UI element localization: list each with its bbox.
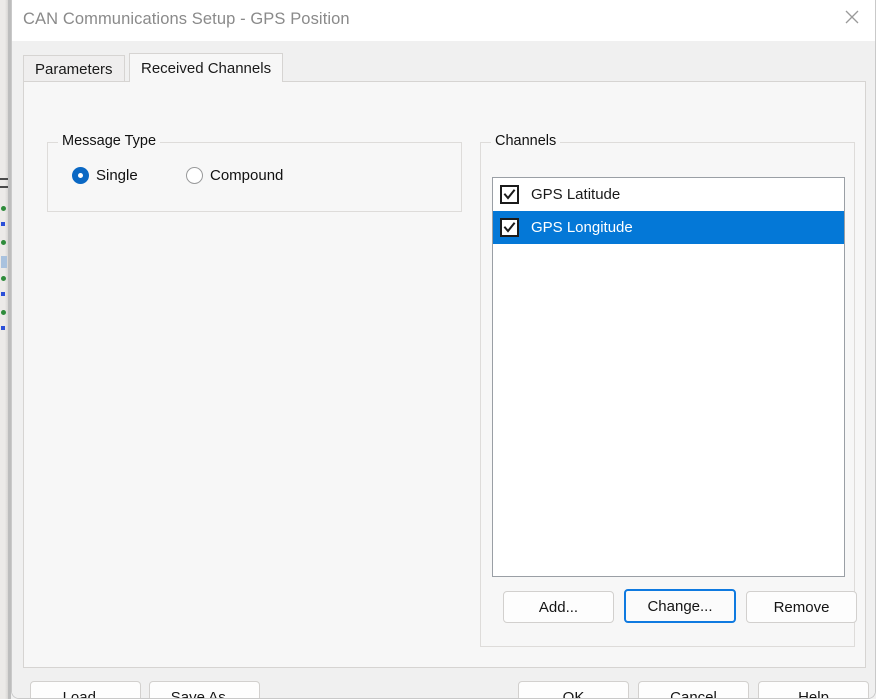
save-as-button-label: Save As... (171, 689, 239, 699)
channels-listbox[interactable]: GPS Latitude GPS Longitude (492, 177, 845, 577)
background-window-sliver (0, 0, 11, 699)
change-button-label: Change... (647, 598, 712, 615)
tab-received-channels-label: Received Channels (141, 60, 271, 77)
background-blue-icon (1, 292, 5, 296)
cancel-button[interactable]: Cancel (638, 681, 749, 699)
help-button-label: Help (798, 689, 829, 699)
remove-button-label: Remove (774, 599, 830, 616)
background-line (0, 178, 8, 180)
ok-button[interactable]: OK (518, 681, 629, 699)
message-type-group-label: Message Type (58, 133, 160, 149)
background-window-column (0, 0, 8, 699)
tab-page-received-channels: Message Type Single Compound Channels (23, 81, 866, 668)
radio-compound[interactable]: Compound (186, 167, 283, 184)
radio-single-label: Single (96, 167, 138, 184)
background-green-icon (1, 310, 6, 315)
background-line (0, 186, 8, 188)
channels-groupbox: Channels GPS Latitude (480, 142, 855, 647)
load-button[interactable]: Load... (30, 681, 141, 699)
close-icon[interactable] (829, 0, 875, 33)
title-bar: CAN Communications Setup - GPS Position (12, 0, 875, 41)
background-green-icon (1, 206, 6, 211)
background-panel-icon (1, 256, 7, 268)
tab-received-channels[interactable]: Received Channels (129, 53, 283, 82)
dialog-body: Parameters Received Channels Message Typ… (12, 41, 876, 699)
tab-strip: Parameters Received Channels (23, 53, 866, 82)
background-blue-icon (1, 222, 5, 226)
checkbox-checked-icon[interactable] (500, 218, 519, 237)
add-button-label: Add... (539, 599, 578, 616)
background-green-icon (1, 276, 6, 281)
tab-parameters-label: Parameters (35, 61, 113, 78)
radio-compound-label: Compound (210, 167, 283, 184)
background-blue-icon (1, 326, 5, 330)
list-item-label: GPS Longitude (531, 219, 633, 236)
radio-single[interactable]: Single (72, 167, 138, 184)
list-item[interactable]: GPS Longitude (493, 211, 844, 244)
tab-parameters[interactable]: Parameters (23, 55, 125, 82)
add-button[interactable]: Add... (503, 591, 614, 623)
cancel-button-label: Cancel (670, 689, 717, 699)
change-button[interactable]: Change... (624, 589, 736, 623)
save-as-button[interactable]: Save As... (149, 681, 260, 699)
checkbox-checked-icon[interactable] (500, 185, 519, 204)
list-item-label: GPS Latitude (531, 186, 620, 203)
message-type-groupbox: Message Type Single Compound (47, 142, 462, 212)
radio-single-indicator (72, 167, 89, 184)
window-title: CAN Communications Setup - GPS Position (23, 10, 350, 29)
remove-button[interactable]: Remove (746, 591, 857, 623)
list-item[interactable]: GPS Latitude (493, 178, 844, 211)
background-green-icon (1, 240, 6, 245)
channels-group-label: Channels (491, 133, 560, 149)
radio-compound-indicator (186, 167, 203, 184)
can-communications-setup-dialog: CAN Communications Setup - GPS Position … (11, 0, 876, 699)
help-button[interactable]: Help (758, 681, 869, 699)
load-button-label: Load... (63, 689, 109, 699)
ok-button-label: OK (563, 689, 585, 699)
